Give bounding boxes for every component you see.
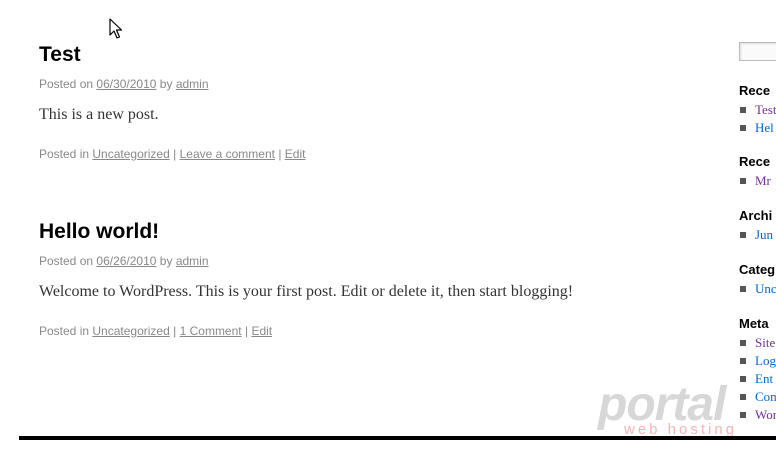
- author-link[interactable]: admin: [176, 254, 209, 268]
- widget-title: Rece: [739, 83, 771, 98]
- meta-link-site-admin[interactable]: Site: [739, 334, 776, 352]
- posted-on-label: Posted on: [39, 254, 94, 268]
- search-input[interactable]: [739, 42, 776, 61]
- post-date-link[interactable]: 06/26/2010: [96, 254, 156, 268]
- comments-link[interactable]: 1 Comment: [180, 324, 242, 338]
- mouse-cursor-icon: [109, 18, 123, 39]
- category-link[interactable]: Unc: [739, 280, 776, 298]
- meta-link-log-out[interactable]: Log: [739, 352, 776, 370]
- post-meta: Posted on 06/30/2010 by admin: [39, 77, 679, 91]
- posted-in-label: Posted in: [39, 324, 90, 338]
- separator: |: [244, 324, 249, 338]
- by-label: by: [159, 254, 173, 268]
- author-link[interactable]: admin: [176, 77, 209, 91]
- posted-in-label: Posted in: [39, 147, 90, 161]
- post-utility: Posted in Uncategorized | 1 Comment | Ed…: [39, 324, 679, 338]
- comments-link[interactable]: Leave a comment: [180, 147, 275, 161]
- post-date-link[interactable]: 06/30/2010: [96, 77, 156, 91]
- post-hello-world: Hello world! Posted on 06/26/2010 by adm…: [39, 220, 679, 338]
- post-meta: Posted on 06/26/2010 by admin: [39, 254, 679, 268]
- by-label: by: [159, 77, 173, 91]
- widget-recent-comments: Rece Mr: [739, 154, 776, 190]
- post-content: This is a new post.: [39, 106, 159, 123]
- post-title[interactable]: Test: [39, 43, 679, 67]
- category-link[interactable]: Uncategorized: [92, 147, 169, 161]
- widget-title: Archi: [739, 208, 773, 223]
- post-utility: Posted in Uncategorized | Leave a commen…: [39, 147, 679, 161]
- footer-divider: [19, 436, 776, 440]
- widget-title: Rece: [739, 154, 771, 169]
- edit-link[interactable]: Edit: [251, 324, 272, 338]
- separator: |: [278, 147, 282, 161]
- separator: |: [173, 324, 177, 338]
- category-link[interactable]: Uncategorized: [92, 324, 169, 338]
- widget-archives: Archi Jun: [739, 208, 776, 244]
- widget-categories: Categ Unc: [739, 262, 776, 298]
- widget-title: Meta: [739, 316, 769, 331]
- post-content: Welcome to WordPress. This is your first…: [39, 283, 574, 300]
- archive-link[interactable]: Jun: [739, 226, 776, 244]
- recent-post-link[interactable]: Test: [739, 101, 776, 119]
- posted-on-label: Posted on: [39, 77, 94, 91]
- watermark-logo: portal web hosting: [598, 380, 776, 440]
- recent-comment-link[interactable]: Mr: [739, 172, 776, 190]
- separator: |: [173, 147, 177, 161]
- widget-title: Categ: [739, 262, 776, 277]
- post-test: Test Posted on 06/30/2010 by admin This …: [39, 43, 679, 161]
- post-title[interactable]: Hello world!: [39, 220, 679, 244]
- edit-link[interactable]: Edit: [285, 147, 306, 161]
- recent-post-link[interactable]: Hel: [739, 119, 776, 137]
- widget-recent-posts: Rece Test Hel: [739, 83, 776, 137]
